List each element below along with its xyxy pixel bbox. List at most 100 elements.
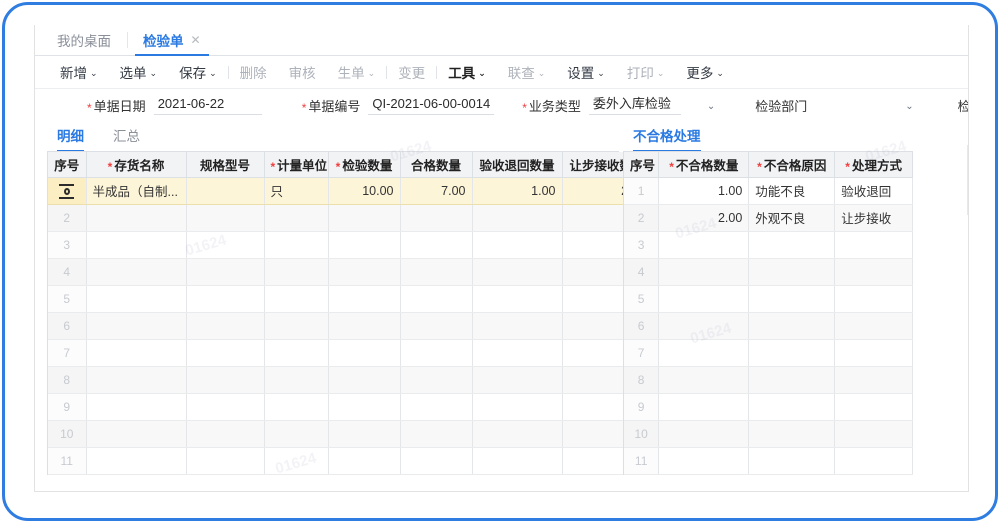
field-biz-type-value[interactable]: 委外入库检验 — [589, 96, 681, 115]
reject-row[interactable]: 9 — [624, 393, 913, 420]
toolbar-item-8[interactable]: 工具⌄ — [437, 62, 497, 82]
chevron-down-icon[interactable]: ⌄ — [905, 101, 913, 115]
chevron-down-icon[interactable]: ⌄ — [368, 69, 376, 78]
detail-cell[interactable] — [264, 366, 328, 393]
reject-cell[interactable] — [749, 258, 835, 285]
detail-cell[interactable]: 1.00 — [472, 177, 562, 204]
section-tab-left-1[interactable]: 明细 — [57, 125, 84, 152]
detail-row-index[interactable]: 4 — [48, 258, 86, 285]
detail-cell[interactable] — [328, 285, 400, 312]
detail-cell[interactable] — [400, 393, 472, 420]
detail-row[interactable]: 4 — [48, 258, 652, 285]
reject-cell[interactable] — [835, 393, 913, 420]
detail-cell[interactable] — [328, 312, 400, 339]
reject-row-index[interactable]: 11 — [624, 447, 659, 474]
reject-row-index[interactable]: 1 — [624, 177, 659, 204]
detail-col-header-2[interactable]: *存货名称 — [86, 152, 186, 177]
reject-cell[interactable]: 验收退回 — [835, 177, 913, 204]
reject-cell[interactable] — [749, 393, 835, 420]
reject-cell[interactable] — [659, 393, 749, 420]
chevron-down-icon[interactable]: ⌄ — [657, 69, 665, 78]
reject-row[interactable]: 4 — [624, 258, 913, 285]
reject-row[interactable]: 10 — [624, 420, 913, 447]
detail-cell[interactable] — [400, 204, 472, 231]
detail-row[interactable]: 5 — [48, 285, 652, 312]
detail-row-index[interactable]: 9 — [48, 393, 86, 420]
detail-row[interactable]: 11 — [48, 447, 652, 474]
detail-cell[interactable] — [400, 420, 472, 447]
detail-col-header-7[interactable]: 验收退回数量 — [472, 152, 562, 177]
field-dept[interactable]: 检验部门 ⌄ — [755, 96, 913, 115]
detail-row-index[interactable]: 10 — [48, 420, 86, 447]
reject-cell[interactable] — [749, 231, 835, 258]
reject-row[interactable]: 3 — [624, 231, 913, 258]
reject-cell[interactable] — [749, 285, 835, 312]
chevron-down-icon[interactable]: ⌄ — [716, 69, 724, 78]
toolbar-item-2[interactable]: 选单⌄ — [109, 62, 169, 82]
detail-row-index[interactable]: 5 — [48, 285, 86, 312]
reject-row[interactable]: 8 — [624, 366, 913, 393]
toolbar-item-10[interactable]: 设置⌄ — [556, 62, 616, 82]
reject-cell[interactable] — [659, 339, 749, 366]
detail-row[interactable]: 9 — [48, 393, 652, 420]
reject-row-index[interactable]: 8 — [624, 366, 659, 393]
detail-cell[interactable] — [86, 339, 186, 366]
detail-cell[interactable] — [264, 231, 328, 258]
detail-cell[interactable] — [186, 312, 264, 339]
reject-cell[interactable] — [835, 447, 913, 474]
detail-col-header-6[interactable]: 合格数量 — [400, 152, 472, 177]
detail-row-index[interactable] — [48, 177, 86, 204]
detail-cell[interactable] — [86, 366, 186, 393]
reject-cell[interactable] — [659, 312, 749, 339]
reject-row-index[interactable]: 3 — [624, 231, 659, 258]
reject-cell[interactable] — [659, 420, 749, 447]
detail-cell[interactable] — [86, 420, 186, 447]
reject-cell[interactable] — [749, 339, 835, 366]
detail-cell[interactable]: 7.00 — [400, 177, 472, 204]
detail-cell[interactable] — [472, 447, 562, 474]
detail-cell[interactable] — [472, 204, 562, 231]
field-biz-type[interactable]: *业务类型 委外入库检验 ⌄ — [522, 96, 715, 115]
reject-col-header-1[interactable]: 序号 — [624, 152, 659, 177]
reject-cell[interactable] — [835, 420, 913, 447]
detail-cell[interactable] — [86, 204, 186, 231]
detail-cell[interactable] — [472, 366, 562, 393]
detail-row-index[interactable]: 8 — [48, 366, 86, 393]
detail-row[interactable]: 2 — [48, 204, 652, 231]
toolbar-item-1[interactable]: 新增⌄ — [49, 62, 109, 82]
detail-cell[interactable] — [328, 339, 400, 366]
chevron-down-icon[interactable]: ⌄ — [150, 69, 158, 78]
detail-cell[interactable] — [86, 393, 186, 420]
detail-row-index[interactable]: 3 — [48, 231, 86, 258]
detail-cell[interactable] — [264, 258, 328, 285]
reject-cell[interactable] — [749, 420, 835, 447]
detail-cell[interactable] — [472, 312, 562, 339]
detail-cell[interactable] — [400, 285, 472, 312]
detail-cell[interactable] — [328, 366, 400, 393]
detail-cell[interactable]: 10.00 — [328, 177, 400, 204]
reject-row-index[interactable]: 6 — [624, 312, 659, 339]
toolbar-item-12[interactable]: 更多⌄ — [675, 62, 735, 82]
reject-cell[interactable] — [749, 366, 835, 393]
reject-cell[interactable] — [659, 258, 749, 285]
detail-cell[interactable] — [264, 339, 328, 366]
detail-cell[interactable] — [186, 258, 264, 285]
reject-row-index[interactable]: 7 — [624, 339, 659, 366]
detail-cell[interactable] — [186, 177, 264, 204]
reject-cell[interactable]: 外观不良 — [749, 204, 835, 231]
detail-cell[interactable] — [186, 366, 264, 393]
chevron-down-icon[interactable]: ⌄ — [209, 69, 217, 78]
field-doc-no[interactable]: *单据编号 QI-2021-06-00-0014 — [302, 96, 495, 115]
detail-cell[interactable] — [328, 231, 400, 258]
detail-cell[interactable] — [186, 420, 264, 447]
reject-cell[interactable] — [749, 312, 835, 339]
detail-cell[interactable] — [328, 204, 400, 231]
reject-cell[interactable] — [659, 447, 749, 474]
detail-cell[interactable] — [472, 393, 562, 420]
detail-cell[interactable] — [264, 204, 328, 231]
detail-cell[interactable] — [328, 420, 400, 447]
detail-cell[interactable] — [186, 231, 264, 258]
detail-row-index[interactable]: 7 — [48, 339, 86, 366]
toolbar-item-3[interactable]: 保存⌄ — [168, 62, 228, 82]
page-tab-2[interactable]: 检验单✕ — [127, 25, 217, 55]
